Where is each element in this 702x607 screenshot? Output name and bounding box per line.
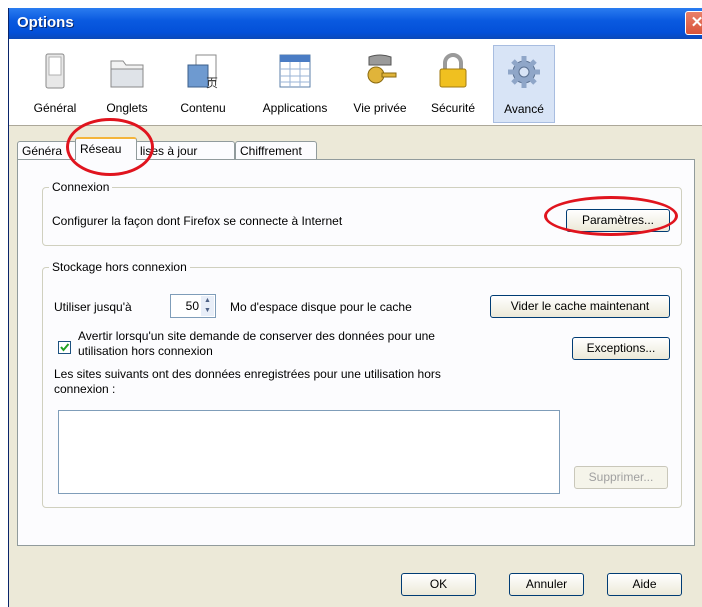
spin-down-icon[interactable]: ▼ [201, 306, 214, 316]
toolbar-advanced[interactable]: Avancé [493, 45, 555, 123]
spin-up-icon[interactable]: ▲ [201, 296, 214, 306]
window-title: Options [17, 14, 74, 31]
ok-button[interactable]: OK [401, 573, 476, 596]
help-button[interactable]: Aide [607, 573, 682, 596]
connection-description: Configurer la façon dont Firefox se conn… [52, 214, 343, 228]
toolbar-label: Avancé [504, 102, 544, 116]
tab-encryption[interactable]: Chiffrement [235, 141, 317, 159]
toolbar-security[interactable]: Sécurité [423, 45, 483, 121]
offline-warning-checkbox[interactable] [58, 341, 71, 354]
cache-limit-label: Utiliser jusqu'à [54, 300, 132, 314]
advanced-gear-icon [508, 56, 540, 88]
applications-icon [279, 54, 311, 88]
offline-warning-label-line2: utilisation hors connexion [78, 344, 213, 358]
toolbar-label: Sécurité [430, 101, 476, 115]
tab-network[interactable]: Réseau [75, 137, 137, 160]
exceptions-button[interactable]: Exceptions... [572, 337, 670, 360]
security-lock-icon [439, 53, 467, 88]
offline-sites-label-line1: Les sites suivants ont des données enreg… [54, 367, 441, 381]
tabs-icon [110, 60, 144, 88]
preferences-toolbar: Général Onglets 页 Contenu Applications V… [9, 39, 702, 126]
toolbar-content[interactable]: 页 Contenu [173, 45, 233, 121]
toolbar-label: Vie privée [353, 101, 407, 115]
title-bar[interactable]: Options ✕ [9, 8, 702, 39]
toolbar-label: Général [33, 101, 77, 115]
toolbar-general[interactable]: Général [23, 45, 87, 121]
toolbar-applications[interactable]: Applications [253, 45, 337, 121]
connection-legend: Connexion [52, 180, 110, 194]
offline-warning-label-line1: Avertir lorsqu'un site demande de conser… [78, 329, 435, 343]
close-button[interactable]: ✕ [685, 11, 702, 35]
toolbar-label: Contenu [180, 101, 226, 115]
svg-text:页: 页 [206, 76, 218, 90]
toolbar-privacy[interactable]: Vie privée [347, 45, 413, 121]
cache-size-stepper[interactable]: 50 ▲ ▼ [170, 294, 216, 318]
connection-settings-button[interactable]: Paramètres... [566, 209, 670, 232]
remove-site-button[interactable]: Supprimer... [574, 466, 668, 489]
content-icon: 页 [187, 54, 218, 90]
cache-size-value: 50 [185, 299, 199, 313]
toolbar-label: Onglets [106, 101, 148, 115]
general-switch-icon [45, 53, 65, 89]
clear-cache-button[interactable]: Vider le cache maintenant [490, 295, 670, 318]
privacy-key-icon [367, 54, 397, 84]
cache-limit-suffix: Mo d'espace disque pour le cache [230, 300, 412, 314]
offline-sites-list[interactable] [58, 410, 560, 494]
tab-general[interactable]: Généra [17, 141, 77, 159]
toolbar-label: Applications [262, 101, 328, 115]
network-panel: Connexion Configurer la façon dont Firef… [17, 159, 695, 546]
toolbar-tabs[interactable]: Onglets [97, 45, 157, 121]
options-window: Options ✕ Général Onglets 页 Contenu Appl… [8, 8, 702, 607]
tab-updates[interactable]: lises à jour [135, 141, 235, 159]
cancel-button[interactable]: Annuler [509, 573, 584, 596]
offline-sites-label-line2: connexion : [54, 382, 116, 396]
offline-storage-legend: Stockage hors connexion [52, 260, 187, 274]
checkmark-icon [60, 343, 70, 352]
